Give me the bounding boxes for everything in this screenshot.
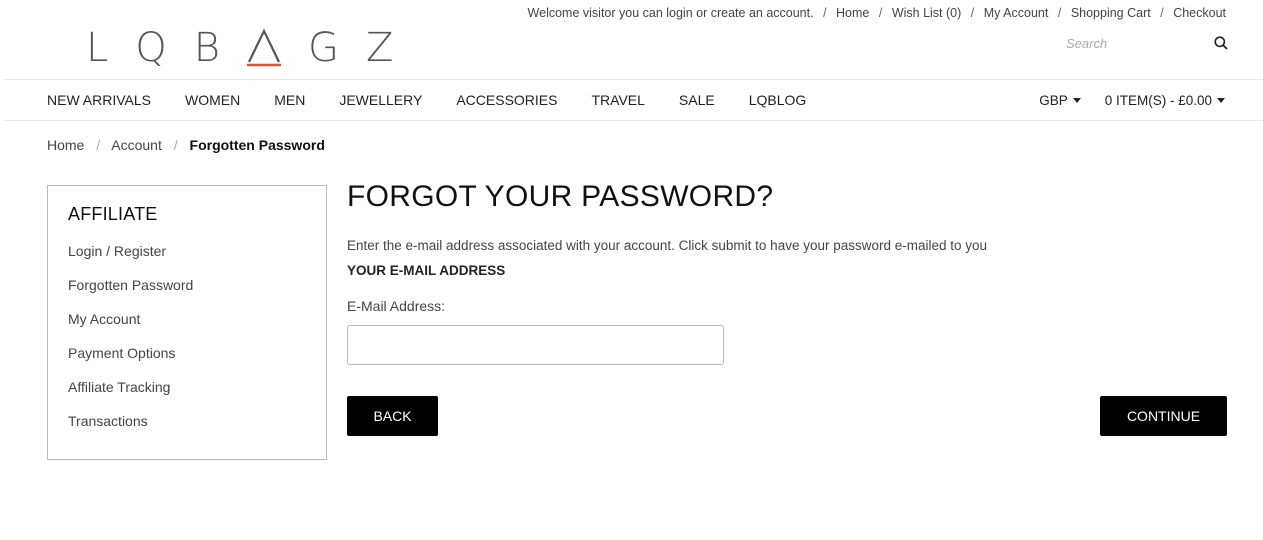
cart-dropdown[interactable]: 0 ITEM(S) - £0.00 — [1105, 93, 1225, 108]
brand-logo[interactable]: L Q B G Z — [86, 28, 420, 68]
top-link-home[interactable]: Home — [836, 6, 869, 20]
separator: / — [173, 137, 178, 153]
back-button[interactable]: BACK — [347, 396, 438, 436]
breadcrumb-current: Forgotten Password — [189, 137, 325, 153]
nav-item-new-arrivals[interactable]: NEW ARRIVALS — [47, 92, 151, 108]
email-field[interactable] — [347, 325, 724, 365]
nav-item-accessories[interactable]: ACCESSORIES — [456, 92, 557, 108]
top-link-my-account[interactable]: My Account — [984, 6, 1049, 20]
sidebar-item-forgotten-password[interactable]: Forgotten Password — [68, 277, 306, 311]
sidebar-item-transactions[interactable]: Transactions — [68, 413, 306, 447]
top-link-checkout[interactable]: Checkout — [1173, 6, 1226, 20]
sidebar-item-affiliate-tracking[interactable]: Affiliate Tracking — [68, 379, 306, 413]
separator: / — [1057, 6, 1062, 20]
separator: / — [1160, 6, 1164, 20]
chevron-down-icon — [1217, 97, 1225, 103]
top-link-wishlist[interactable]: Wish List (0) — [892, 6, 961, 20]
sidebar-item-my-account[interactable]: My Account — [68, 311, 306, 345]
cart-summary: 0 ITEM(S) - £0.00 — [1104, 92, 1212, 108]
welcome-text: Welcome visitor you can login or create … — [527, 6, 814, 20]
intro-text: Enter the e-mail address associated with… — [347, 238, 988, 253]
logo-letter: L — [86, 25, 109, 71]
separator: / — [823, 6, 827, 20]
nav-item-men[interactable]: MEN — [274, 92, 305, 108]
nav-item-jewellery[interactable]: JEWELLERY — [339, 92, 422, 108]
currency-dropdown[interactable]: GBP — [1039, 93, 1081, 108]
top-links-bar: Welcome visitor you can login or create … — [528, 6, 1226, 20]
section-title: YOUR E-MAIL ADDRESS — [347, 263, 506, 278]
separator: / — [878, 6, 883, 20]
page-title: FORGOT YOUR PASSWORD? — [347, 180, 774, 213]
search-input[interactable] — [1066, 35, 1186, 51]
nav-item-travel[interactable]: TRAVEL — [591, 92, 644, 108]
chevron-down-icon — [1072, 97, 1081, 103]
breadcrumb-account[interactable]: Account — [111, 137, 162, 153]
search-icon[interactable] — [1214, 36, 1228, 50]
main-content: FORGOT YOUR PASSWORD? Enter the e-mail a… — [347, 180, 1227, 365]
currency-label: GBP — [1039, 92, 1068, 108]
logo-letter: Z — [365, 25, 394, 71]
breadcrumb-home[interactable]: Home — [47, 137, 84, 153]
affiliate-sidebar: AFFILIATE Login / Register Forgotten Pas… — [47, 185, 327, 460]
separator: / — [970, 6, 975, 20]
breadcrumb: Home / Account / Forgotten Password — [47, 137, 325, 153]
logo-letter: Q — [135, 25, 167, 71]
main-nav: NEW ARRIVALS WOMEN MEN JEWELLERY ACCESSO… — [5, 79, 1263, 121]
sidebar-item-login-register[interactable]: Login / Register — [68, 243, 306, 277]
top-link-shopping-cart[interactable]: Shopping Cart — [1071, 6, 1151, 20]
logo-triangle-icon — [246, 28, 281, 67]
sidebar-title: AFFILIATE — [68, 204, 158, 224]
nav-item-lqblog[interactable]: LQBLOG — [749, 92, 807, 108]
continue-button[interactable]: CONTINUE — [1100, 396, 1227, 436]
logo-letter: B — [193, 25, 220, 71]
nav-item-sale[interactable]: SALE — [679, 92, 715, 108]
logo-letter: G — [307, 25, 339, 71]
nav-item-women[interactable]: WOMEN — [185, 92, 240, 108]
sidebar-item-payment-options[interactable]: Payment Options — [68, 345, 306, 379]
separator: / — [96, 137, 101, 153]
email-label: E-Mail Address: — [347, 298, 446, 314]
search-box — [1066, 30, 1228, 56]
